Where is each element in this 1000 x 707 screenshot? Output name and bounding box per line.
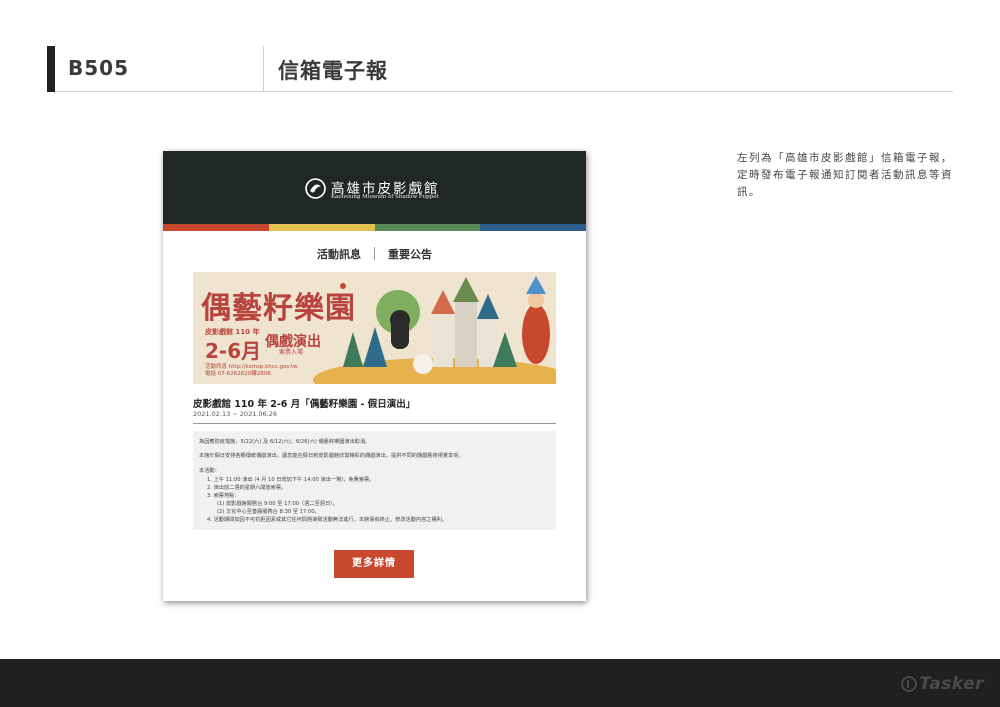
header-accent-bar — [47, 46, 55, 92]
tasker-logo: Tasker — [901, 674, 984, 694]
color-stripe-blue — [480, 224, 586, 231]
info-line: 本活動： — [199, 468, 220, 474]
tasker-logo-icon — [901, 676, 918, 692]
info-line: 本館於假日安排各類傳統偶戲演出，讓您能在假日到皮影戲館欣賞精彩的偶戲演出，提供不… — [199, 453, 464, 459]
info-line: 4. 活動期間如因不可抗拒因素或其它任何問題導致活動無法進行，本館保有終止、修改… — [207, 517, 448, 523]
footer: Tasker — [0, 659, 1000, 707]
nav-divider — [374, 247, 375, 260]
banner-info: 活動訊息 http://ksmsp.khcc.gov.tw 電話 07-6262… — [205, 364, 298, 378]
banner-months: 2-6月 — [205, 339, 262, 363]
banner-headline: 偶藝籽樂園 — [201, 291, 356, 326]
info-line: (2) 文化中心至善廳服務台 8:30 至 17:00。 — [217, 509, 320, 515]
nav-announcements[interactable]: 重要公告 — [388, 246, 432, 262]
color-stripe-green — [375, 224, 480, 231]
section-code: B505 — [68, 56, 129, 80]
museum-name-en: Kaohsiung Museum of Shadow Puppet — [331, 194, 439, 200]
banner-info-phone: 電話 07-6262620轉2806 — [205, 371, 271, 377]
info-line: 3. 索票地點： — [207, 493, 240, 499]
header-divider — [263, 46, 264, 92]
info-line: 1. 上午 11:00 演出 (4 月 10 日增加下午 14:00 演出一場)… — [207, 477, 375, 483]
color-stripe-red — [163, 224, 269, 231]
more-details-button[interactable]: 更多詳情 — [334, 550, 414, 578]
color-stripe-yellow — [269, 224, 375, 231]
info-line: 為因應防疫措施，5/22(六) 及 6/12(六)、6/26(六) 偶藝籽樂園演… — [199, 439, 371, 445]
info-line: (1) 皮影戲館服務台 9:00 至 17:00（週二至週日）。 — [217, 501, 338, 507]
header-underline — [55, 91, 953, 92]
event-title: 皮影戲館 110 年 2-6 月「偶藝籽樂園 - 假日演出」 — [193, 399, 416, 410]
event-divider — [193, 423, 556, 424]
description-note: 左列為「高雄市皮影戲館」信箱電子報，定時發布電子報通知訂閱者活動訊息等資訊。 — [737, 152, 953, 198]
newsletter-preview: 高雄市皮影戲館 Kaohsiung Museum of Shadow Puppe… — [163, 151, 586, 601]
event-banner[interactable]: 偶藝籽樂園 皮影戲館 110 年 2-6月 偶戲演出 索票入場 活動訊息 htt… — [193, 272, 556, 384]
banner-info-url: 活動訊息 http://ksmsp.khcc.gov.tw — [205, 364, 298, 370]
page-title: 信箱電子報 — [278, 59, 388, 83]
nav-activities[interactable]: 活動訊息 — [317, 246, 361, 262]
newsletter-nav: 活動訊息 重要公告 — [163, 246, 586, 262]
tasker-brand: Tasker — [919, 674, 984, 694]
event-date: 2021.02.13 ~ 2021.06.26 — [193, 410, 278, 418]
museum-logo-icon — [305, 178, 326, 199]
info-line: 2. 演出前二週的星期六開放索票。 — [207, 485, 287, 491]
event-info-box: 為因應防疫措施，5/22(六) 及 6/12(六)、6/26(六) 偶藝籽樂園演… — [193, 431, 556, 530]
banner-free: 索票入場 — [279, 349, 304, 356]
newsletter-header: 高雄市皮影戲館 Kaohsiung Museum of Shadow Puppe… — [163, 151, 586, 224]
